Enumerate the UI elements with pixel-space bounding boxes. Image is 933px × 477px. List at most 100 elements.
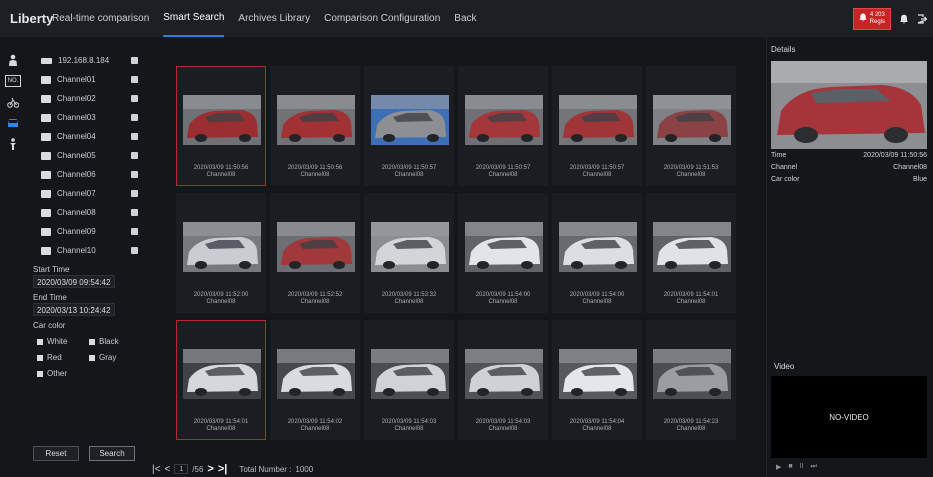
channel-checkbox[interactable] [131,152,138,159]
channel-row[interactable]: Channel06 [31,165,144,184]
result-card[interactable]: 2020/03/09 11:53:32 Channel08 [364,193,454,313]
walker-icon[interactable] [5,136,21,151]
page-number-input[interactable]: 1 [174,464,189,474]
bicycle-icon[interactable] [5,94,21,109]
channel-label: Channel08 [57,208,96,217]
reset-button[interactable]: Reset [33,446,79,461]
color-option-label: Gray [99,353,117,362]
channel-checkbox[interactable] [131,190,138,197]
result-card[interactable]: 2020/03/09 11:50:57 Channel08 [458,66,548,186]
channel-checkbox[interactable] [131,114,138,121]
channel-checkbox[interactable] [131,133,138,140]
last-page-button[interactable]: >| [218,463,228,475]
result-card[interactable]: 2020/03/09 11:54:23 Channel08 [646,320,736,440]
result-caption: 2020/03/09 11:54:23 Channel08 [647,419,735,433]
result-card[interactable]: 2020/03/09 11:54:03 Channel08 [364,320,454,440]
color-checkbox[interactable] [89,338,95,345]
channel-checkbox[interactable] [131,247,138,254]
channel-row[interactable]: Channel01 [31,70,144,89]
nav-realtime-comparison[interactable]: Real-time comparison [52,0,149,37]
channel-row[interactable]: Channel04 [31,127,144,146]
play-icon[interactable]: ▶ [776,463,781,471]
result-card[interactable]: 2020/03/09 11:50:56 Channel08 [176,66,266,186]
result-card[interactable]: 2020/03/09 11:54:04 Channel08 [552,320,642,440]
result-caption: 2020/03/09 11:53:32 Channel08 [365,292,453,306]
channel-row[interactable]: Channel02 [31,89,144,108]
channel-label: Channel06 [57,170,96,179]
channel-camera-icon [41,94,51,103]
result-card[interactable]: 2020/03/09 11:50:57 Channel08 [552,66,642,186]
color-option-gray[interactable]: Gray [89,353,141,362]
color-option-black[interactable]: Black [89,337,141,346]
channel-label: Channel05 [57,151,96,160]
result-card[interactable]: 2020/03/09 11:54:00 Channel08 [458,193,548,313]
result-card[interactable]: 2020/03/09 11:54:03 Channel08 [458,320,548,440]
skip-icon[interactable]: ⏭ [811,463,817,471]
top-bar: Liberty Real-time comparison Smart Searc… [0,0,933,37]
result-card[interactable]: 2020/03/09 11:54:00 Channel08 [552,193,642,313]
result-caption: 2020/03/09 11:54:03 Channel08 [365,419,453,433]
start-time-input[interactable]: 2020/03/09 09:54:42 [33,275,115,288]
device-host[interactable]: 192.168.8.184 [31,51,144,70]
pause-icon[interactable]: II [800,463,804,471]
color-checkbox[interactable] [89,354,95,361]
first-page-button[interactable]: |< [152,464,160,475]
result-card[interactable]: 2020/03/09 11:54:02 Channel08 [270,320,360,440]
result-card[interactable]: 2020/03/09 11:50:57 Channel08 [364,66,454,186]
video-player[interactable]: NO-VIDEO [771,376,927,458]
vehicle-thumbnail [183,95,261,145]
channel-row[interactable]: Channel07 [31,184,144,203]
vehicle-thumbnail [559,349,637,399]
device-icon [41,57,52,64]
end-time-input[interactable]: 2020/03/13 10:24:42 [33,303,115,316]
nav-archives-library[interactable]: Archives Library [238,0,310,37]
color-option-other[interactable]: Other [37,369,89,378]
next-page-button[interactable]: > [207,463,213,475]
channel-row[interactable]: Channel03 [31,108,144,127]
result-caption: 2020/03/09 11:52:52 Channel08 [271,292,359,306]
result-card[interactable]: 2020/03/09 11:54:01 Channel08 [176,320,266,440]
vehicle-thumbnail [653,222,731,272]
result-card[interactable]: 2020/03/09 11:52:52 Channel08 [270,193,360,313]
result-time: 2020/03/09 11:54:02 [287,419,343,425]
bell-icon[interactable] [899,14,909,24]
color-option-red[interactable]: Red [37,353,89,362]
nav-comparison-configuration[interactable]: Comparison Configuration [324,0,440,37]
nav-back[interactable]: Back [454,0,476,37]
color-checkbox[interactable] [37,338,43,345]
person-icon[interactable] [5,52,21,67]
channel-camera-icon [41,208,51,217]
result-card[interactable]: 2020/03/09 11:50:56 Channel08 [270,66,360,186]
channel-row[interactable]: Channel10 [31,241,144,260]
alarm-badge[interactable]: 4 203 Regis [852,7,891,30]
result-caption: 2020/03/09 11:51:53 Channel08 [647,165,735,179]
nav-smart-search[interactable]: Smart Search [163,0,225,37]
result-time: 2020/03/09 11:50:57 [475,165,531,171]
result-card[interactable]: 2020/03/09 11:51:53 Channel08 [646,66,736,186]
color-checkbox[interactable] [37,370,43,377]
detail-color-label: Car color [771,176,800,183]
total-number-label: Total Number : [239,464,292,474]
color-checkbox[interactable] [37,354,43,361]
result-caption: 2020/03/09 11:54:00 Channel08 [553,292,641,306]
logout-icon[interactable] [917,13,927,24]
device-checkbox[interactable] [131,57,138,64]
stop-icon[interactable]: ■ [788,463,792,471]
color-option-white[interactable]: White [37,337,89,346]
result-card[interactable]: 2020/03/09 11:54:01 Channel08 [646,193,736,313]
channel-checkbox[interactable] [131,228,138,235]
plate-icon[interactable]: NO. [4,73,22,88]
channel-row[interactable]: Channel08 [31,203,144,222]
prev-page-button[interactable]: < [164,464,170,475]
channel-row[interactable]: Channel05 [31,146,144,165]
channel-checkbox[interactable] [131,209,138,216]
channel-checkbox[interactable] [131,76,138,83]
result-card[interactable]: 2020/03/09 11:52:00 Channel08 [176,193,266,313]
channel-checkbox[interactable] [131,171,138,178]
search-button[interactable]: Search [89,446,135,461]
result-caption: 2020/03/09 11:50:57 Channel08 [365,165,453,179]
result-channel: Channel08 [394,426,424,432]
channel-checkbox[interactable] [131,95,138,102]
car-icon[interactable] [5,115,21,130]
channel-row[interactable]: Channel09 [31,222,144,241]
